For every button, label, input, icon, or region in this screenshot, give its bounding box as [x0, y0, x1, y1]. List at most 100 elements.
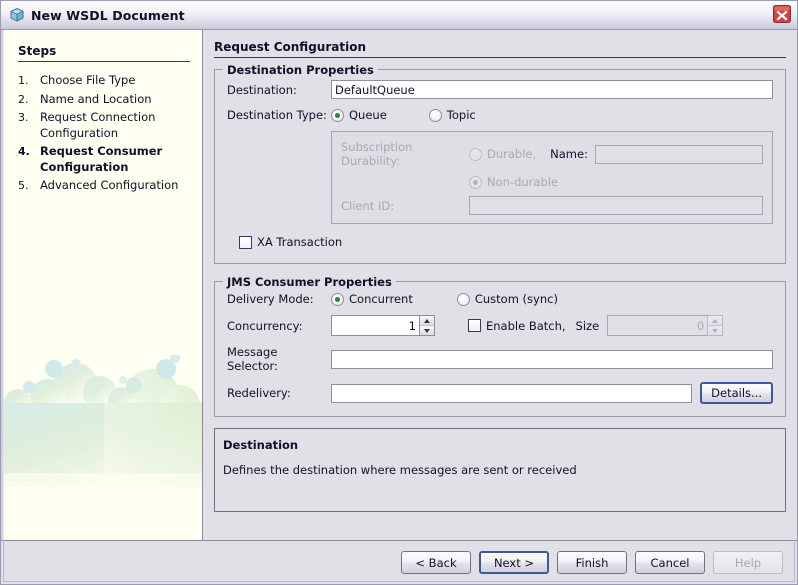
steps-sidebar: Steps 1. Choose File Type 2. Name and Lo… — [1, 30, 203, 540]
chevron-down-icon — [708, 325, 723, 335]
radio-topic-label: Topic — [446, 108, 476, 122]
destination-properties-group: Destination Properties Destination: Dest… — [214, 63, 786, 264]
title-bar: New WSDL Document — [1, 1, 797, 30]
client-id-input — [469, 196, 763, 215]
step-label: Name and Location — [40, 91, 152, 106]
sidebar-item-name-and-location: 2. Name and Location — [18, 91, 192, 109]
subscription-nondurable-row: Non-durable — [341, 175, 763, 189]
enable-batch-checkbox-box — [468, 319, 481, 332]
dialog-body: Steps 1. Choose File Type 2. Name and Lo… — [1, 30, 797, 540]
client-id-label: Client ID: — [341, 198, 395, 213]
xa-transaction-checkbox-box — [239, 235, 252, 249]
xa-transaction-label: XA Transaction — [257, 235, 343, 249]
subscription-name-label: Name: — [550, 147, 588, 161]
close-icon[interactable] — [771, 4, 793, 26]
batch-size-input — [607, 315, 708, 336]
enable-batch-checkbox[interactable]: Enable Batch, — [468, 319, 566, 333]
radio-non-durable-label: Non-durable — [487, 175, 559, 189]
cube-icon — [9, 7, 25, 23]
sidebar-item-request-consumer-configuration: 4. Request Consumer Configuration — [18, 143, 192, 176]
step-label: Request Connection Configuration — [40, 110, 156, 140]
window-title: New WSDL Document — [31, 7, 185, 23]
xa-transaction-checkbox[interactable]: XA Transaction — [239, 235, 342, 249]
radio-queue-indicator — [331, 108, 344, 122]
next-button[interactable]: Next > — [479, 551, 549, 574]
chevron-up-icon — [708, 316, 723, 325]
cancel-button[interactable]: Cancel — [635, 551, 705, 574]
decorative-bubbles-graphic — [4, 355, 202, 540]
delivery-mode-row: Delivery Mode: Concurrent Custom (sync) — [227, 292, 773, 306]
finish-button[interactable]: Finish — [557, 551, 627, 574]
description-title: Destination — [223, 438, 299, 452]
subscription-name-input — [594, 144, 763, 164]
concurrency-spin-buttons[interactable] — [419, 315, 435, 336]
step-number: 2. — [18, 92, 29, 106]
destination-properties-legend: Destination Properties — [223, 63, 378, 77]
destination-label: Destination: — [227, 82, 297, 97]
message-selector-input[interactable] — [331, 349, 773, 369]
jms-consumer-properties-legend: JMS Consumer Properties — [223, 275, 396, 289]
destination-type-row: Destination Type: Queue Topic — [227, 108, 773, 122]
radio-custom-sync-indicator — [456, 292, 470, 306]
steps-heading: Steps — [18, 44, 190, 62]
radio-concurrent[interactable]: Concurrent — [331, 292, 413, 306]
batch-size-label: Size — [575, 318, 600, 333]
enable-batch-label: Enable Batch, — [486, 318, 566, 333]
jms-consumer-properties-group: JMS Consumer Properties Delivery Mode: C… — [214, 275, 786, 417]
delivery-mode-label: Delivery Mode: — [227, 292, 314, 306]
batch-size-spin-buttons — [707, 315, 724, 336]
concurrency-row: Concurrency: Enable Batch, Size — [227, 315, 773, 336]
destination-input[interactable] — [331, 80, 773, 99]
radio-custom-sync-label: Custom (sync) — [474, 292, 558, 306]
chevron-up-icon[interactable] — [420, 316, 434, 325]
radio-topic[interactable]: Topic — [428, 108, 476, 122]
radio-durable: Durable, — [469, 147, 536, 161]
description-panel: Destination Defines the destination wher… — [214, 428, 786, 512]
concurrency-input[interactable] — [331, 315, 419, 336]
radio-non-durable-indicator — [469, 175, 482, 189]
dialog-button-bar: < Back Next > Finish Cancel Help — [1, 540, 797, 584]
redelivery-row: Redelivery: Details... — [227, 382, 773, 404]
chevron-down-icon[interactable] — [420, 325, 434, 335]
back-button[interactable]: < Back — [401, 551, 471, 574]
radio-durable-indicator — [469, 147, 482, 161]
radio-non-durable: Non-durable — [469, 175, 558, 189]
radio-concurrent-label: Concurrent — [349, 292, 413, 306]
destination-type-label: Destination Type: — [227, 108, 327, 122]
client-id-row: Client ID: — [341, 196, 763, 215]
batch-size-stepper — [607, 315, 724, 336]
redelivery-input[interactable] — [331, 383, 693, 403]
destination-row: Destination: — [227, 80, 773, 99]
sidebar-item-request-connection-configuration: 3. Request Connection Configuration — [18, 109, 192, 142]
sidebar-item-advanced-configuration: 5. Advanced Configuration — [18, 177, 192, 195]
radio-topic-indicator — [428, 108, 442, 122]
radio-queue-label: Queue — [349, 108, 387, 122]
sidebar-item-choose-file-type: 1. Choose File Type — [18, 72, 192, 90]
steps-content: Steps 1. Choose File Type 2. Name and Lo… — [1, 30, 202, 195]
radio-concurrent-indicator — [331, 292, 344, 306]
step-number: 1. — [18, 74, 29, 87]
step-number: 3. — [18, 111, 29, 124]
radio-durable-label: Durable, — [487, 147, 537, 161]
description-text: Defines the destination where messages a… — [223, 463, 577, 477]
step-label: Choose File Type — [40, 73, 136, 87]
message-selector-label: Message Selector: — [227, 345, 278, 373]
step-label: Advanced Configuration — [40, 178, 179, 192]
subscription-durability-row: Subscription Durability: Durable, Name: — [341, 140, 763, 168]
concurrency-stepper[interactable] — [331, 315, 435, 336]
radio-custom-sync[interactable]: Custom (sync) — [456, 292, 558, 306]
xa-transaction-row: XA Transaction — [227, 235, 773, 249]
message-selector-row: Message Selector: — [227, 345, 773, 373]
step-number: 4. — [18, 145, 30, 158]
main-panel: Request Configuration Destination Proper… — [203, 30, 797, 540]
redelivery-label: Redelivery: — [227, 386, 291, 400]
help-button: Help — [713, 551, 783, 574]
wizard-dialog: New WSDL Document Steps 1. Choose File T… — [0, 0, 798, 585]
subscription-panel: Subscription Durability: Durable, Name: … — [331, 131, 773, 224]
radio-queue[interactable]: Queue — [331, 108, 387, 122]
step-label: Request Consumer Configuration — [40, 144, 163, 174]
step-number: 5. — [18, 179, 29, 192]
details-button[interactable]: Details... — [700, 382, 773, 404]
subscription-durability-label: Subscription Durability: — [341, 140, 413, 168]
page-title: Request Configuration — [214, 40, 786, 58]
